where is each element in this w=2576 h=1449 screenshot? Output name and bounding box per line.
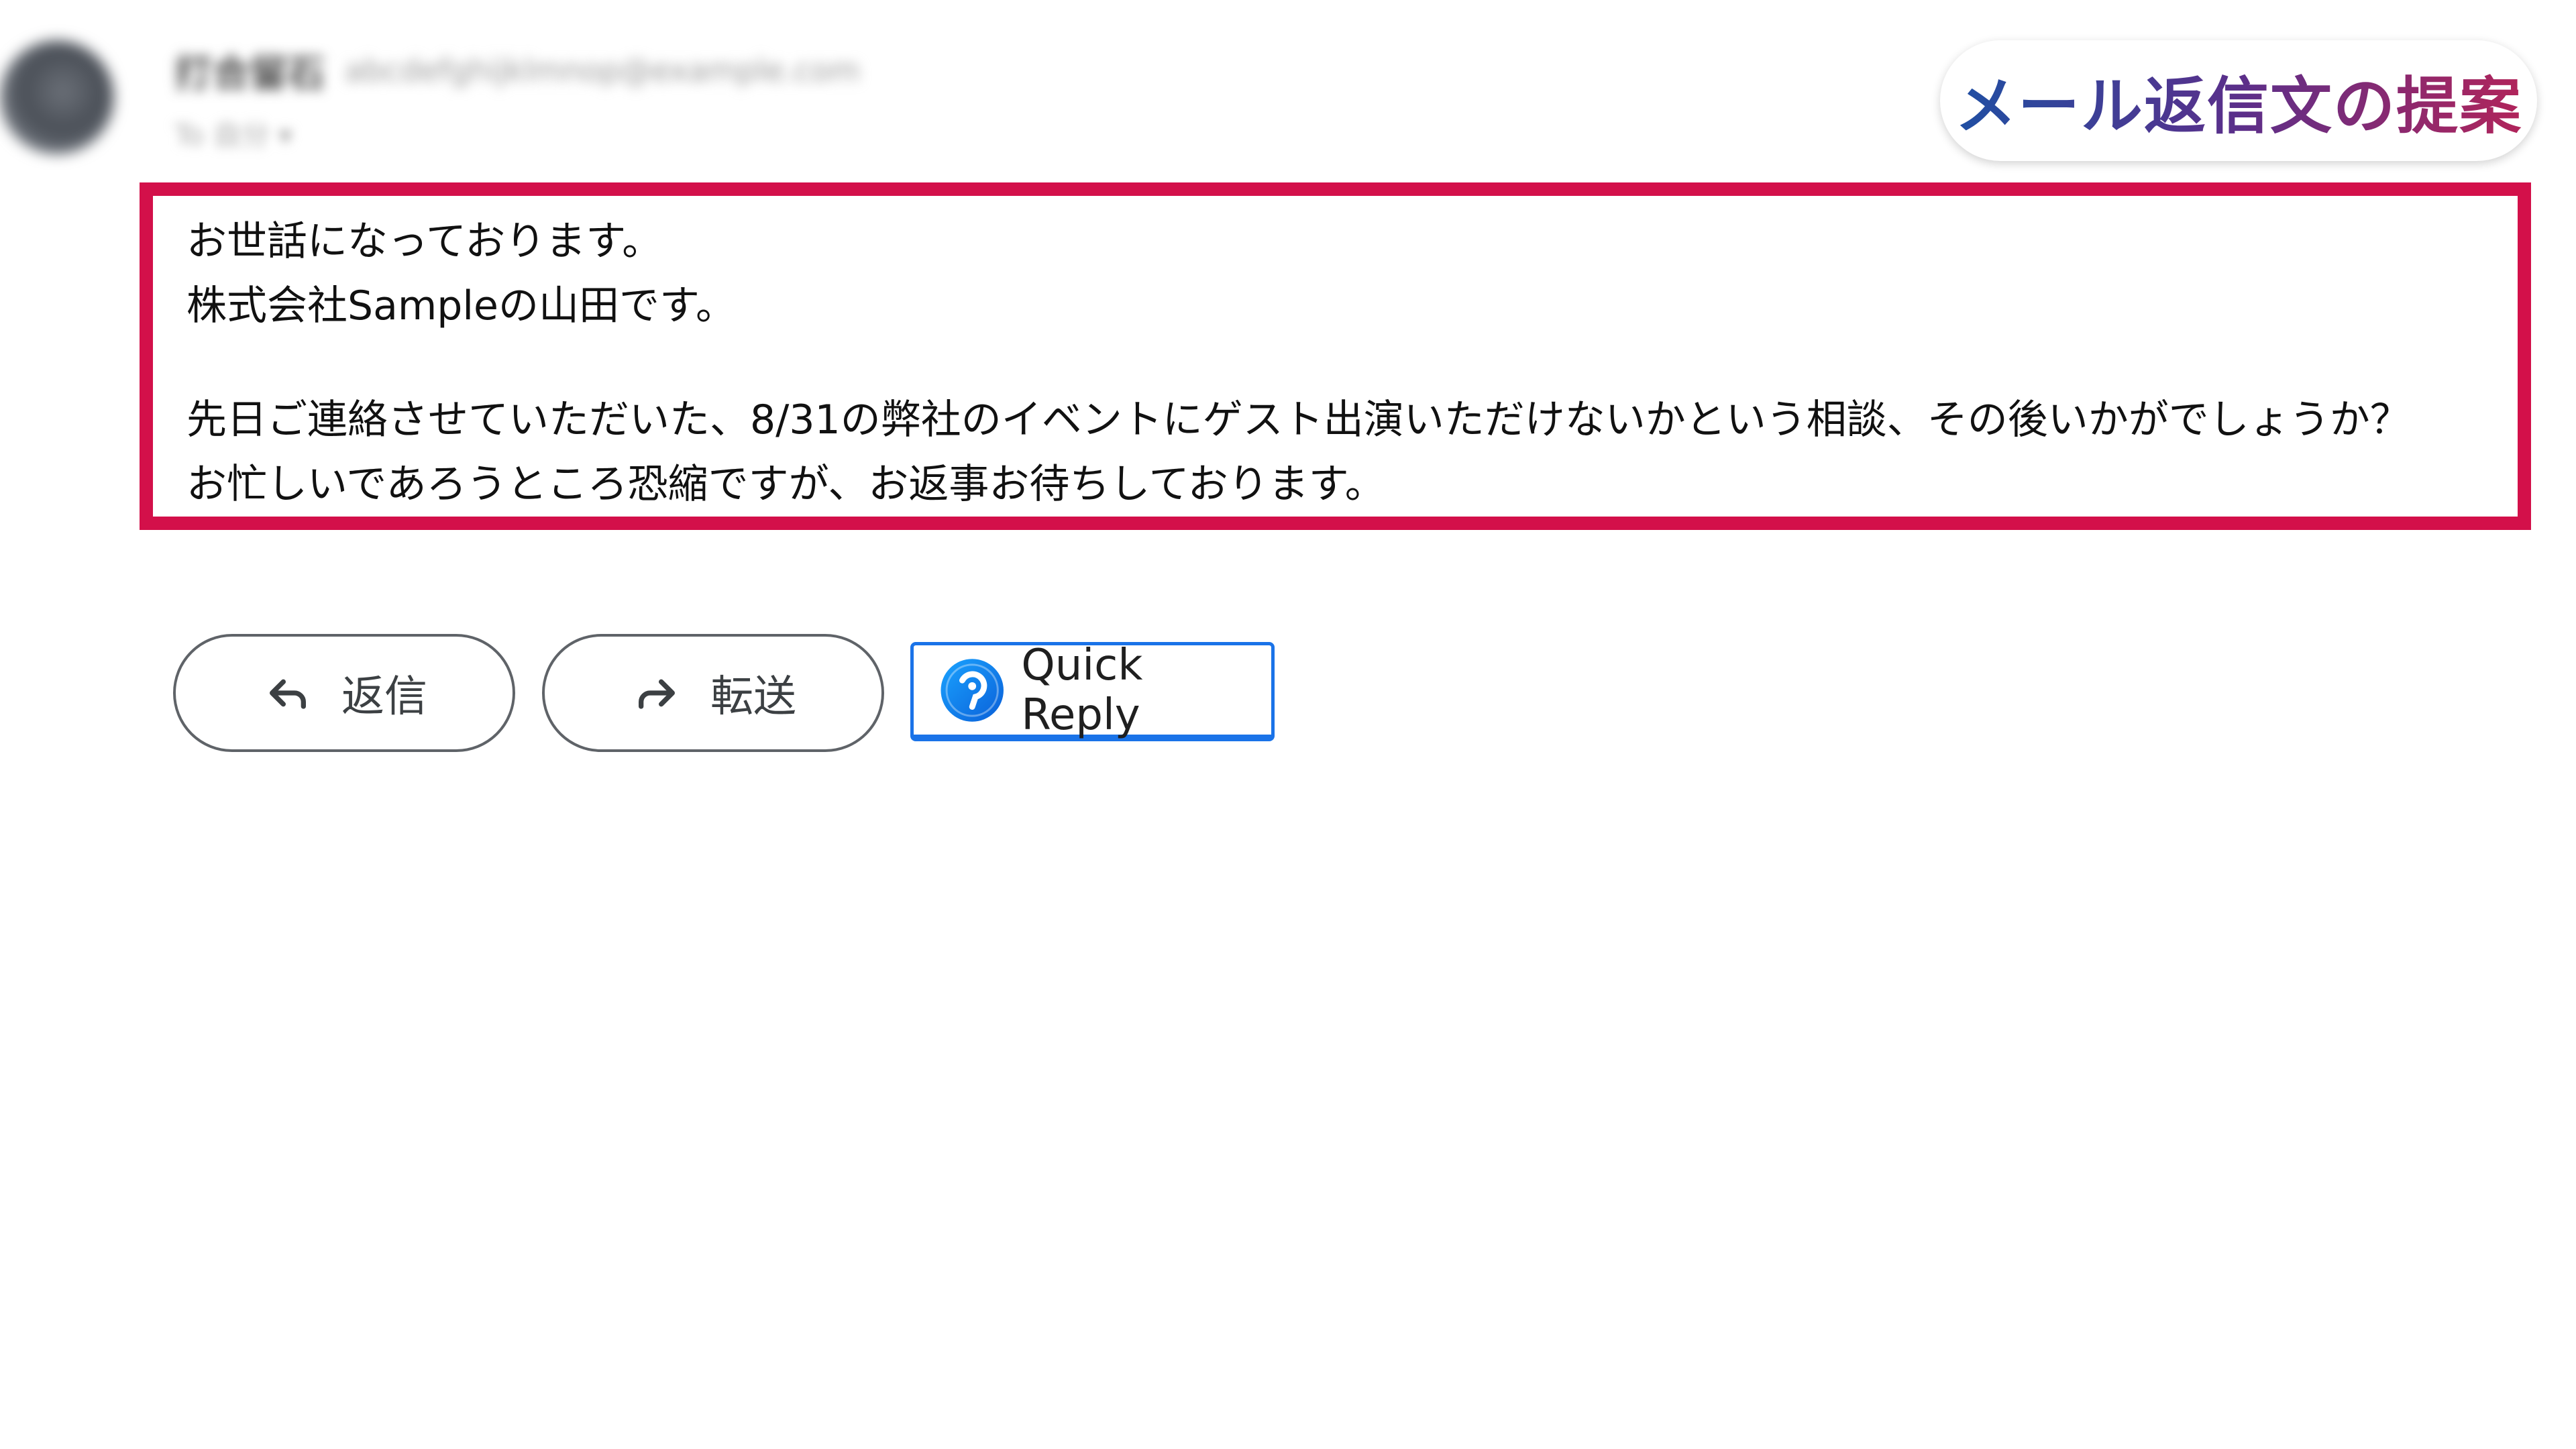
- message-line: 先日ご連絡させていただいた、8/31の弊社のイベントにゲスト出演いただけないかと…: [186, 396, 2410, 443]
- message-line: お世話になっております。: [186, 218, 663, 265]
- sender-email: abcdefghijklmnop@example.com: [345, 52, 860, 89]
- reply-button[interactable]: 返信: [173, 634, 515, 752]
- reply-arrow-icon: [270, 679, 306, 709]
- quick-reply-logo-icon: [941, 658, 1004, 722]
- forward-button-label: 転送: [710, 672, 796, 722]
- email-view: 打合留石 abcdefghijklmnop@example.com To 自分 …: [0, 0, 2576, 1449]
- sender-to: To 自分 ▾: [174, 119, 292, 152]
- sender-name: 打合留石: [174, 52, 325, 96]
- title-badge: メール返信文の提案: [1940, 40, 2537, 161]
- message-line: 株式会社Sampleの山田です。: [186, 282, 736, 329]
- message-line: お忙しいであろうところ恐縮ですが、お返事お待ちしております。: [186, 461, 1385, 508]
- sender-avatar: [0, 40, 114, 154]
- title-text: メール返信文の提案: [1955, 56, 2522, 146]
- message-highlight-box: お世話になっております。 株式会社Sampleの山田です。 先日ご連絡させていた…: [140, 182, 2531, 530]
- quick-reply-label: Quick Reply: [1021, 640, 1143, 740]
- reply-button-label: 返信: [341, 672, 427, 722]
- forward-button[interactable]: 転送: [542, 634, 884, 752]
- forward-arrow-icon: [639, 679, 675, 709]
- quick-reply-button[interactable]: Quick Reply: [910, 640, 1275, 741]
- message-body: お世話になっております。 株式会社Sampleの山田です。 先日ご連絡させていた…: [186, 209, 2511, 517]
- sender-line: 打合留石 abcdefghijklmnop@example.com: [174, 47, 860, 96]
